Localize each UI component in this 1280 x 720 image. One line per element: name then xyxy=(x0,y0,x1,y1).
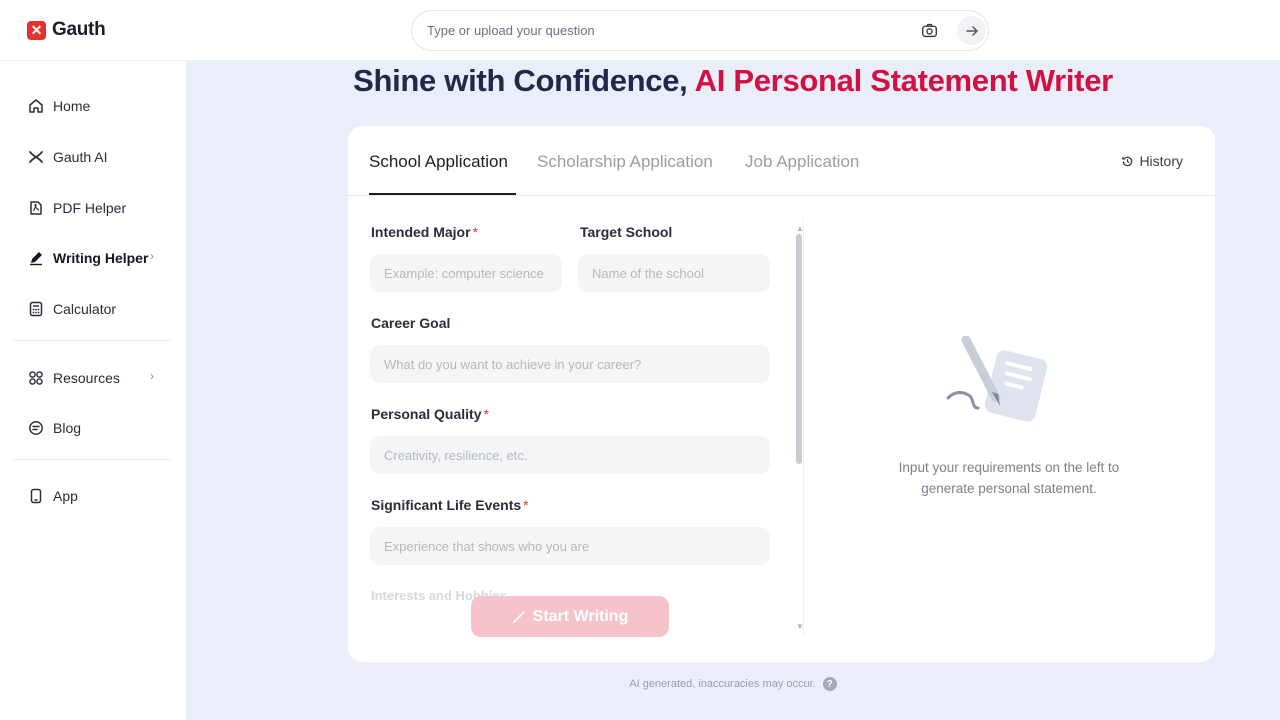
ai-disclaimer: AI generated, inaccuracies may occur. ? xyxy=(186,677,1280,691)
life-events-label: Significant Life Events * xyxy=(371,497,529,513)
target-school-label: Target School xyxy=(580,224,673,240)
required-mark: * xyxy=(483,406,489,422)
life-events-input[interactable] xyxy=(370,527,770,565)
page-title-main: Shine with Confidence, xyxy=(353,63,695,98)
sidebar-item-app[interactable]: App xyxy=(27,486,78,506)
sidebar-item-label: Blog xyxy=(53,420,82,436)
required-mark: * xyxy=(472,224,479,240)
application-tabs: School Application Scholarship Applicati… xyxy=(348,126,1215,196)
grid-icon xyxy=(27,369,45,387)
intended-major-label: Intended Major * xyxy=(371,224,478,240)
sidebar-item-blog[interactable]: Blog xyxy=(27,418,81,438)
sidebar-item-pdf-helper[interactable]: PDF Helper xyxy=(27,198,126,218)
blog-icon xyxy=(27,419,45,437)
career-goal-input[interactable] xyxy=(370,345,770,383)
chevron-right-icon: › xyxy=(150,249,154,263)
empty-state-line2: generate personal statement. xyxy=(921,481,1097,496)
sidebar-item-writing-helper[interactable]: Writing Helper xyxy=(27,248,148,268)
tab-school-application[interactable]: School Application xyxy=(369,152,508,172)
panel-divider xyxy=(803,218,804,636)
sidebar-item-resources[interactable]: Resources xyxy=(27,368,120,388)
scroll-thumb[interactable] xyxy=(796,234,802,464)
active-tab-indicator xyxy=(369,193,516,195)
page-title-accent: AI Personal Statement Writer xyxy=(694,63,1114,98)
sidebar-item-label: Home xyxy=(53,98,91,114)
sidebar-item-label: Gauth AI xyxy=(53,149,108,165)
personal-quality-input[interactable] xyxy=(370,436,770,474)
form-scrollbar[interactable]: ▲ ▼ xyxy=(794,224,804,635)
main-area: Shine with Confidence, AI Personal State… xyxy=(186,61,1280,720)
sidebar-item-label: Calculator xyxy=(53,301,117,317)
pdf-icon xyxy=(27,199,45,217)
sidebar-item-gauth-ai[interactable]: Gauth AI xyxy=(27,147,107,167)
intended-major-label-text: Intended Major xyxy=(371,224,471,240)
chevron-right-icon: › xyxy=(150,369,154,383)
sidebar-item-calculator[interactable]: Calculator xyxy=(27,299,116,319)
writer-card: School Application Scholarship Applicati… xyxy=(348,126,1215,662)
sidebar: Home Gauth AI PDF Helper Writing Helper … xyxy=(0,61,186,720)
logo-mark-icon: ✕ xyxy=(27,20,46,40)
arrow-right-icon xyxy=(965,25,978,36)
personal-quality-label: Personal Quality * xyxy=(371,406,489,422)
camera-icon[interactable] xyxy=(921,22,938,39)
history-label: History xyxy=(1139,153,1183,169)
sidebar-item-label: Resources xyxy=(53,370,120,386)
required-mark: * xyxy=(523,497,529,513)
life-events-label-text: Significant Life Events xyxy=(371,497,522,513)
sidebar-item-label: App xyxy=(53,488,78,504)
ai-icon xyxy=(27,148,45,166)
submit-search-button[interactable] xyxy=(957,16,986,45)
document-pen-icon xyxy=(946,336,1048,422)
sidebar-divider xyxy=(14,340,171,341)
start-writing-button[interactable]: Start Writing xyxy=(471,596,669,637)
pen-icon xyxy=(27,249,45,267)
target-school-input[interactable] xyxy=(578,254,770,292)
sidebar-item-label: Writing Helper xyxy=(53,250,149,266)
gauth-logo[interactable]: ✕ Gauth xyxy=(27,19,106,41)
history-icon xyxy=(1122,156,1133,166)
intended-major-input[interactable] xyxy=(370,254,562,292)
sidebar-item-home[interactable]: Home xyxy=(27,96,90,116)
empty-state-text: Input your requirements on the left to g… xyxy=(876,457,1142,499)
logo-text: Gauth xyxy=(52,19,106,40)
top-bar: ✕ Gauth xyxy=(0,0,1280,61)
magic-wand-icon xyxy=(512,610,526,624)
search-bar xyxy=(411,10,989,51)
page-title: Shine with Confidence, AI Personal State… xyxy=(186,63,1280,99)
phone-icon xyxy=(27,487,45,505)
tab-job-application[interactable]: Job Application xyxy=(745,152,859,172)
disclaimer-text: AI generated, inaccuracies may occur. xyxy=(629,678,816,690)
help-icon[interactable]: ? xyxy=(822,677,837,691)
search-input[interactable] xyxy=(427,11,907,50)
calculator-icon xyxy=(27,300,45,318)
tab-scholarship-application[interactable]: Scholarship Application xyxy=(537,152,713,172)
career-goal-label: Career Goal xyxy=(371,315,451,331)
personal-quality-label-text: Personal Quality xyxy=(371,406,482,422)
home-icon xyxy=(27,97,45,115)
history-button[interactable]: History xyxy=(1121,153,1183,169)
sidebar-divider xyxy=(14,459,171,460)
sidebar-item-label: PDF Helper xyxy=(53,200,127,216)
empty-state-line1: Input your requirements on the left to xyxy=(898,460,1120,475)
start-writing-label: Start Writing xyxy=(532,607,629,625)
